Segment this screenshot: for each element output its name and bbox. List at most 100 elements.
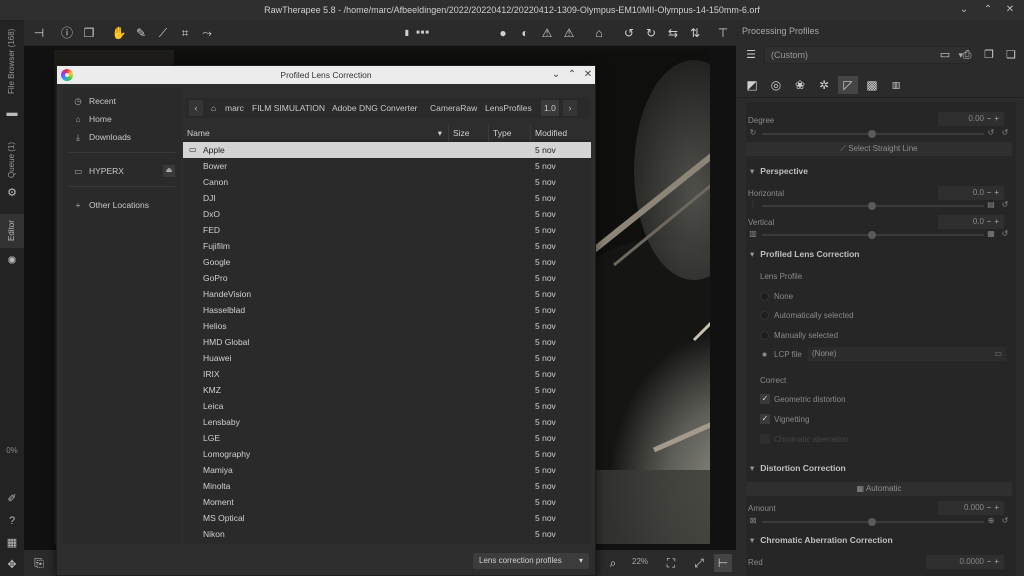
path-forward-icon[interactable]: › (563, 100, 577, 116)
degree-spinner[interactable]: 0.00 −+ (938, 112, 1004, 126)
horizontal-slider[interactable] (762, 202, 984, 210)
radio-lcp[interactable] (762, 352, 767, 357)
col-type[interactable]: Type (489, 125, 531, 141)
place-downloads[interactable]: ⤓ Downloads (63, 128, 181, 146)
file-row[interactable]: Moment 5 nov (183, 494, 591, 510)
pipette-icon[interactable]: ✐ (4, 492, 20, 506)
amount-slider-knob[interactable] (868, 518, 876, 526)
red-spinner[interactable]: 0.0000 −+ (926, 555, 1004, 569)
qr-icon[interactable]: ▦ (4, 536, 20, 550)
move-icon[interactable]: ✥ (4, 558, 20, 572)
info-icon[interactable]: ⓘ (58, 24, 76, 42)
place-other-locations[interactable]: + Other Locations (63, 196, 181, 214)
file-row[interactable]: LGE 5 nov (183, 430, 591, 446)
chromatic-checkbox[interactable] (760, 434, 770, 444)
horizontal-spinner[interactable]: 0.0 −+ (938, 186, 1004, 200)
shadow-clip-icon[interactable]: ◐ (516, 24, 534, 42)
tab-file-browser[interactable]: File Browser (168) (0, 26, 24, 96)
file-row[interactable]: Bower 5 nov (183, 158, 591, 174)
file-row[interactable]: IRIX 5 nov (183, 366, 591, 382)
white-balance-picker-icon[interactable]: ✎ (132, 24, 150, 42)
close-icon[interactable]: ✕ (1002, 0, 1018, 20)
aperture-icon[interactable]: ✺ (4, 254, 20, 268)
metadata-tab-icon[interactable]: ▥ (886, 76, 906, 94)
folder-icon[interactable]: ▬ (4, 106, 20, 120)
profile-copy-icon[interactable]: ❐ (980, 46, 998, 64)
col-modified[interactable]: Modified (531, 125, 591, 141)
rotate-left-icon[interactable]: ↺ (620, 24, 638, 42)
file-row[interactable]: DJI 5 nov (183, 190, 591, 206)
place-home[interactable]: ⌂ Home (63, 110, 181, 128)
horizontal-slider-knob[interactable] (868, 202, 876, 210)
advanced-tab-icon[interactable]: ✲ (814, 76, 834, 94)
profile-paste-icon[interactable]: ❏ (1002, 46, 1020, 64)
vertical-spinner[interactable]: 0.0 −+ (938, 215, 1004, 229)
restore-button[interactable]: ⌃ (980, 0, 996, 20)
geometric-checkbox[interactable]: ✓ (760, 394, 770, 404)
col-name[interactable]: Name ▾ (183, 125, 449, 141)
crumb-film-simulation[interactable]: FILM SIMULATION (252, 100, 325, 116)
radio-none[interactable] (760, 292, 769, 301)
file-row[interactable]: HandeVision 5 nov (183, 286, 591, 302)
vertical-slider-knob[interactable] (868, 231, 876, 239)
file-row[interactable]: Canon 5 nov (183, 174, 591, 190)
col-size[interactable]: Size (449, 125, 489, 141)
spot-removal-icon[interactable]: ⤳ (198, 24, 216, 42)
rotate-right-icon[interactable]: ↻ (642, 24, 660, 42)
flip-horizontal-icon[interactable]: ⇆ (664, 24, 682, 42)
zoom-fit-icon[interactable]: ⛶ (662, 554, 680, 572)
file-row[interactable]: ▭ Apple 5 nov (183, 142, 591, 158)
profile-save-icon[interactable]: ⎙ (958, 46, 976, 64)
gears-icon[interactable]: ⚙ (4, 186, 20, 200)
place-recent[interactable]: ◷ Recent (63, 92, 181, 110)
reset-icon[interactable]: ↺ (986, 128, 996, 138)
file-filter-select[interactable]: Lens correction profiles ▾ (473, 553, 589, 569)
amount-spinner[interactable]: 0.000 −+ (938, 501, 1004, 515)
hand-icon[interactable]: ✋ (110, 24, 128, 42)
file-row[interactable]: DxO 5 nov (183, 206, 591, 222)
zoom-icon[interactable]: ⌕ (604, 554, 622, 572)
reset-icon[interactable]: ↺ (1000, 516, 1010, 526)
straighten-icon[interactable]: ⟋ (154, 24, 172, 42)
minimize-button[interactable]: ⌄ (956, 0, 972, 20)
crumb-1-0[interactable]: 1.0 (541, 100, 559, 116)
chromatic-header[interactable]: ▾ Chromatic Aberration Correction (746, 535, 1016, 546)
crumb-cameraraw[interactable]: CameraRaw (430, 100, 477, 116)
file-row[interactable]: Fujifilm 5 nov (183, 238, 591, 254)
detail-tab-icon[interactable]: ◎ (766, 76, 786, 94)
eject-icon[interactable]: ⏏ (163, 165, 175, 177)
file-row[interactable]: KMZ 5 nov (183, 382, 591, 398)
save-icon[interactable]: ⎘ (30, 554, 48, 572)
crop-icon[interactable]: ⌗ (176, 24, 194, 42)
perspective-header[interactable]: ▾ Perspective (746, 166, 1016, 177)
place-hyperx[interactable]: ▭ HYPERX ⏏ (63, 162, 181, 180)
exposure-tab-icon[interactable]: ◩ (742, 76, 762, 94)
radio-auto[interactable] (760, 311, 769, 320)
histogram-icon[interactable]: ⌂ (590, 24, 608, 42)
transform-tab-icon[interactable]: ◸ (838, 76, 858, 94)
tab-queue[interactable]: Queue (1) (0, 138, 24, 182)
profile-open-icon[interactable]: ▭ (936, 46, 954, 64)
radio-manual[interactable] (760, 331, 769, 340)
profile-list-icon[interactable]: ☰ (742, 46, 760, 64)
degree-slider-knob[interactable] (868, 130, 876, 138)
vertical-slider[interactable] (762, 231, 984, 239)
file-row[interactable]: HMD Global 5 nov (183, 334, 591, 350)
chevron-down-icon[interactable]: ⌄ (549, 66, 563, 84)
preview-mode-icons[interactable]: ■■■ ▪▪▪ (414, 24, 432, 54)
reset-icon[interactable]: ↺ (1000, 200, 1010, 210)
file-row[interactable]: MS Optical 5 nov (183, 510, 591, 526)
fullscreen-icon[interactable]: ⤢ (690, 554, 708, 572)
degree-slider[interactable] (762, 130, 984, 138)
tab-editor[interactable]: Editor (0, 214, 24, 248)
lens-correction-header[interactable]: ▾ Profiled Lens Correction (746, 249, 1016, 260)
help-icon[interactable]: ? (4, 514, 20, 528)
reset-icon[interactable]: ↺ (1000, 229, 1010, 239)
crumb-lensprofiles[interactable]: LensProfiles (485, 100, 532, 116)
shadow-warning-icon[interactable]: ⚠ (560, 24, 578, 42)
file-row[interactable]: Lomography 5 nov (183, 446, 591, 462)
raw-tab-icon[interactable]: ▩ (862, 76, 882, 94)
color-tab-icon[interactable]: ❀ (790, 76, 810, 94)
before-after-icon[interactable]: ❐ (80, 24, 98, 42)
panel-toggle-icon[interactable]: ⊢ (714, 554, 732, 572)
